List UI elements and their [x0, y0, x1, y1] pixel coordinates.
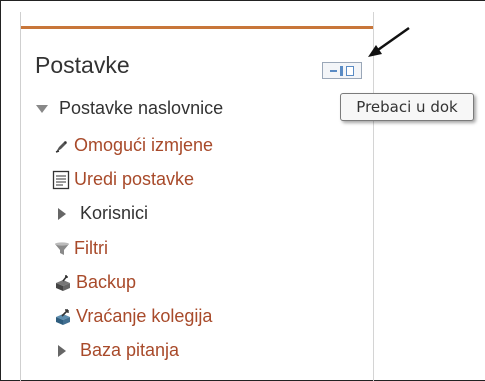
tree-item-filtri[interactable]: Filtri [54, 238, 108, 259]
expand-arrow-icon [56, 207, 68, 220]
block-title: Postavke [35, 52, 130, 78]
pencil-edit-icon [54, 138, 70, 154]
tree-item-label: Backup [76, 272, 137, 292]
tree-item-label: Uredi postavke [74, 169, 195, 189]
tree-item-backup[interactable]: Backup [54, 272, 136, 293]
dock-block-button[interactable] [322, 62, 362, 79]
tree-item-label: Baza pitanja [80, 340, 180, 360]
settings-block: Postavke Postavke naslovnice Omogući izm… [20, 12, 374, 381]
tree-item-uredi-postavke[interactable]: Uredi postavke [52, 169, 194, 190]
expand-arrow-icon [56, 344, 68, 357]
tree-item-label: Filtri [74, 238, 108, 258]
tree-item-korisnici[interactable]: Korisnici [56, 203, 148, 224]
minus-icon [330, 69, 337, 72]
tree-item-label: Vraćanje kolegija [76, 306, 213, 326]
backup-box-icon [54, 274, 72, 292]
settings-document-icon [52, 170, 70, 190]
tree-item-label: Korisnici [80, 203, 149, 223]
tree-item-baza-pitanja[interactable]: Baza pitanja [56, 340, 179, 361]
funnel-filter-icon [54, 241, 70, 257]
block-header-accent-line [21, 26, 373, 29]
dock-tooltip: Prebaci u dok [340, 93, 474, 121]
tree-item-omoguci-izmjene[interactable]: Omogući izmjene [54, 135, 213, 156]
collapse-arrow-icon [35, 104, 49, 113]
tree-root-label: Postavke naslovnice [59, 98, 224, 118]
tree-item-label: Omogući izmjene [74, 135, 214, 155]
dock-bar-icon [340, 65, 343, 76]
window-box-icon [346, 65, 354, 76]
tree-item-vracanje-kolegija[interactable]: Vraćanje kolegija [54, 306, 212, 327]
tree-root-postavke-naslovnice[interactable]: Postavke naslovnice [35, 98, 223, 119]
restore-box-icon [54, 308, 72, 326]
